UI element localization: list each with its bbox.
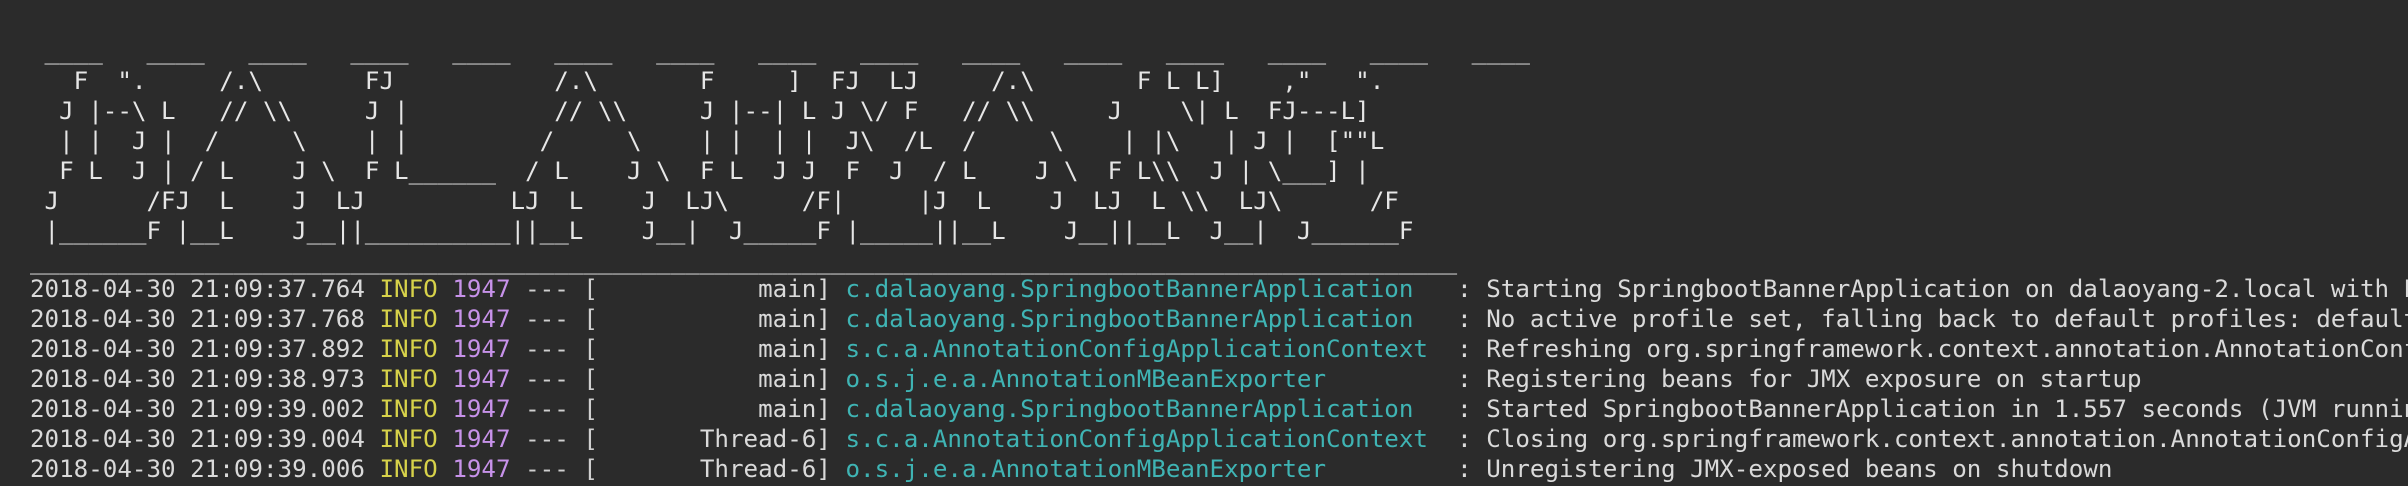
- log-pid: 1947: [452, 455, 511, 483]
- log-line: 2018-04-30 21:09:37.764 INFO 1947 --- [ …: [30, 274, 2408, 304]
- banner-line: ________________________________________…: [30, 247, 1458, 275]
- log-separator: --- [: [510, 365, 598, 393]
- banner-line: F ". /.\ FJ /.\ F ] FJ LJ /.\ F L L] ," …: [30, 67, 1385, 95]
- log-pid: 1947: [452, 335, 511, 363]
- log-logger: o.s.j.e.a.AnnotationMBeanExporter: [845, 365, 1443, 393]
- log-thread: main]: [597, 365, 831, 393]
- log-level: INFO: [379, 335, 438, 363]
- log-level: INFO: [379, 425, 438, 453]
- log-level: INFO: [379, 455, 438, 483]
- log-level: INFO: [379, 395, 438, 423]
- log-lines: 2018-04-30 21:09:37.764 INFO 1947 --- [ …: [30, 274, 2408, 484]
- log-timestamp: 2018-04-30 21:09:39.004: [30, 425, 365, 453]
- log-pid: 1947: [452, 365, 511, 393]
- log-logger: s.c.a.AnnotationConfigApplicationContext: [845, 335, 1443, 363]
- log-pid: 1947: [452, 395, 511, 423]
- log-logger: s.c.a.AnnotationConfigApplicationContext: [845, 425, 1443, 453]
- banner-line: ____ ____ ____ ____ ____ ____ ____ ____ …: [30, 37, 1560, 65]
- log-level: INFO: [379, 305, 438, 333]
- log-message: : Started SpringbootBannerApplication in…: [1457, 395, 2408, 423]
- banner-line: |______F |__L J__||__________||__L J__| …: [30, 217, 1414, 245]
- log-line: 2018-04-30 21:09:39.002 INFO 1947 --- [ …: [30, 394, 2408, 424]
- log-message: : Starting SpringbootBannerApplication o…: [1457, 275, 2408, 303]
- banner-line: J /FJ L J LJ LJ L J LJ\ /F| |J L J LJ L …: [30, 187, 1399, 215]
- log-logger: o.s.j.e.a.AnnotationMBeanExporter: [845, 455, 1443, 483]
- log-separator: --- [: [510, 275, 598, 303]
- log-pid: 1947: [452, 425, 511, 453]
- log-logger: c.dalaoyang.SpringbootBannerApplication: [845, 395, 1443, 423]
- log-thread: main]: [597, 275, 831, 303]
- log-line: 2018-04-30 21:09:39.006 INFO 1947 --- [ …: [30, 454, 2408, 484]
- log-pid: 1947: [452, 275, 511, 303]
- log-logger: c.dalaoyang.SpringbootBannerApplication: [845, 305, 1443, 333]
- log-message: : Unregistering JMX-exposed beans on shu…: [1442, 455, 2113, 483]
- log-thread: Thread-6]: [597, 425, 831, 453]
- log-logger: c.dalaoyang.SpringbootBannerApplication: [845, 275, 1443, 303]
- log-separator: --- [: [510, 305, 598, 333]
- terminal-output: ____ ____ ____ ____ ____ ____ ____ ____ …: [0, 0, 2408, 486]
- log-separator: --- [: [510, 425, 598, 453]
- log-timestamp: 2018-04-30 21:09:37.764: [30, 275, 365, 303]
- log-line: 2018-04-30 21:09:39.004 INFO 1947 --- [ …: [30, 424, 2408, 454]
- log-timestamp: 2018-04-30 21:09:39.006: [30, 455, 365, 483]
- banner-line: | | J | / \ | | / \ | | | | J\ /L / \ | …: [30, 127, 1385, 155]
- log-line: 2018-04-30 21:09:37.768 INFO 1947 --- [ …: [30, 304, 2408, 334]
- log-line: 2018-04-30 21:09:38.973 INFO 1947 --- [ …: [30, 364, 2408, 394]
- log-thread: main]: [597, 335, 831, 363]
- log-thread: Thread-6]: [597, 455, 831, 483]
- log-separator: --- [: [510, 455, 598, 483]
- log-separator: --- [: [510, 335, 598, 363]
- log-message: : Refreshing org.springframework.context…: [1457, 335, 2408, 363]
- log-line: 2018-04-30 21:09:37.892 INFO 1947 --- [ …: [30, 334, 2408, 364]
- log-thread: main]: [597, 305, 831, 333]
- log-pid: 1947: [452, 305, 511, 333]
- log-level: INFO: [379, 275, 438, 303]
- log-timestamp: 2018-04-30 21:09:37.892: [30, 335, 365, 363]
- banner-line: F L J | / L J \ F L______ / L J \ F L J …: [30, 157, 1370, 185]
- ascii-banner: ____ ____ ____ ____ ____ ____ ____ ____ …: [30, 36, 1559, 276]
- log-message: : No active profile set, falling back to…: [1442, 305, 2408, 333]
- log-message: : Registering beans for JMX exposure on …: [1442, 365, 2142, 393]
- log-thread: main]: [597, 395, 831, 423]
- log-timestamp: 2018-04-30 21:09:37.768: [30, 305, 365, 333]
- log-message: : Closing org.springframework.context.an…: [1457, 425, 2408, 453]
- log-separator: --- [: [510, 395, 598, 423]
- banner-line: J |--\ L // \\ J | // \\ J |--| L J \/ F…: [30, 97, 1370, 125]
- log-timestamp: 2018-04-30 21:09:38.973: [30, 365, 365, 393]
- log-timestamp: 2018-04-30 21:09:39.002: [30, 395, 365, 423]
- log-level: INFO: [379, 365, 438, 393]
